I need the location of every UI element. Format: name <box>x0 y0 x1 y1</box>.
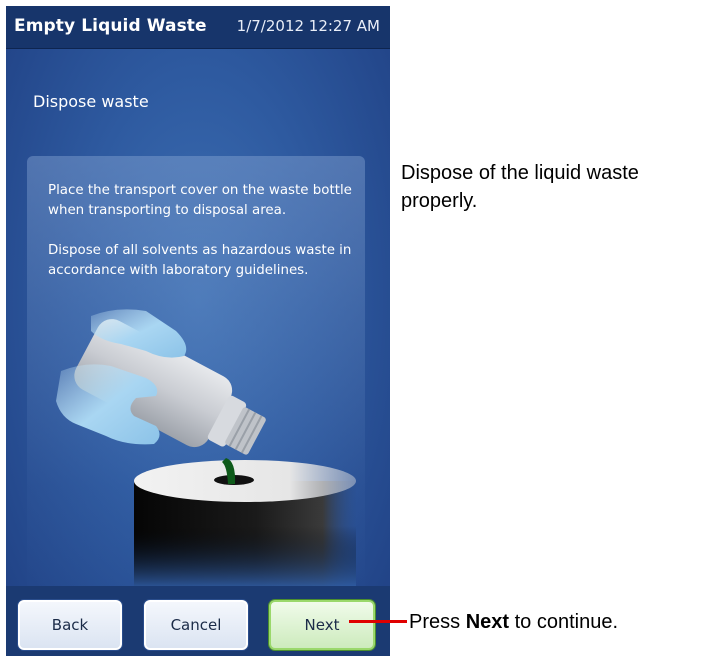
dispose-callout: Dispose of the liquid waste properly. <box>401 162 639 212</box>
cancel-button[interactable]: Cancel <box>144 600 248 650</box>
next-callout: Press Next to continue. <box>409 608 618 636</box>
callout-leader-line <box>349 620 407 623</box>
device-screen: Empty Liquid Waste 1/7/2012 12:27 AM Dis… <box>6 6 390 656</box>
next-button[interactable]: Next <box>269 600 375 650</box>
back-button[interactable]: Back <box>18 600 122 650</box>
button-bar: Back Cancel Next <box>6 586 390 656</box>
next-callout-prefix: Press <box>409 611 466 633</box>
waste-disposal-illustration <box>56 309 356 586</box>
next-callout-suffix: to continue. <box>509 611 619 633</box>
next-callout-bold: Next <box>465 611 510 633</box>
